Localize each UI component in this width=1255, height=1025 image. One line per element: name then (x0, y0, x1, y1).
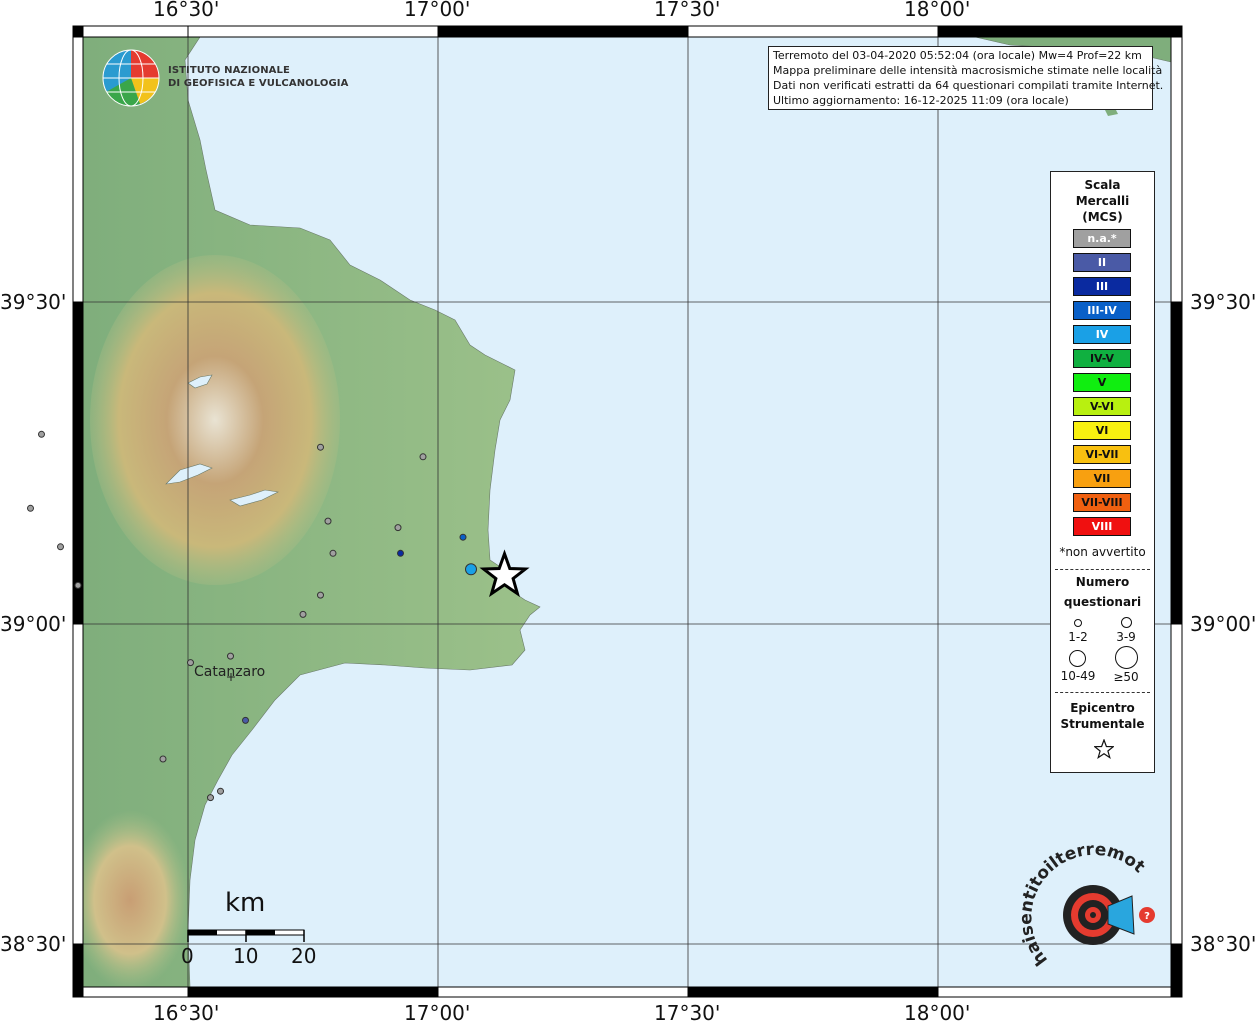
count-label-10-49: 10-49 (1060, 669, 1096, 683)
legend-intensity-vii: VII (1073, 469, 1131, 488)
observation-point (459, 533, 467, 541)
legend-title-3: (MCS) (1082, 210, 1123, 224)
lat-label-right-2: 39°00' (1190, 612, 1255, 636)
lat-label-left-1: 39°30' (0, 290, 67, 314)
lon-label-top-4: 18°00' (904, 0, 971, 21)
epicenter-star-icon (1094, 739, 1114, 759)
count-symbol-10-49 (1069, 650, 1086, 667)
lon-label-bottom-1: 16°30' (153, 1001, 220, 1025)
observation-point (317, 591, 324, 599)
scalebar-tick-10: 10 (233, 944, 259, 968)
count-label-1-2: 1-2 (1068, 630, 1088, 644)
info-line-1: Terremoto del 03-04-2020 05:52:04 (ora l… (773, 49, 1142, 62)
count-symbol-3-9 (1121, 617, 1132, 628)
legend-intensity-iii: III (1073, 277, 1131, 296)
epicenter-title-2: Strumentale (1060, 717, 1145, 731)
legend-intensity-n-a: n.a.* (1073, 229, 1131, 248)
lon-label-top-1: 16°30' (153, 0, 220, 21)
observation-point (329, 549, 337, 557)
count-label-3-9: 3-9 (1116, 630, 1136, 644)
observation-point (317, 443, 324, 451)
terrain-sila (90, 255, 340, 585)
lon-label-top-2: 17°00' (404, 0, 471, 21)
not-felt-note: *non avvertito (1059, 545, 1146, 559)
lon-label-bottom-3: 17°30' (654, 1001, 721, 1025)
lat-label-left-2: 39°00' (0, 612, 67, 636)
ingv-logo-line2: DI GEOFISICA E VULCANOLOGIA (168, 78, 349, 89)
info-line-3: Dati non verificati estratti da 64 quest… (773, 79, 1164, 92)
info-line-4: Ultimo aggiornamento: 16-12-2025 11:09 (… (773, 94, 1069, 107)
observation-point (217, 787, 224, 795)
ingv-logo-text: ISTITUTO NAZIONALE DI GEOFISICA E VULCAN… (168, 64, 348, 90)
observation-point (27, 504, 34, 512)
observation-point (57, 543, 64, 551)
observation-point (74, 581, 82, 589)
ingv-logo-line1: ISTITUTO NAZIONALE (168, 65, 290, 76)
observation-point (397, 549, 404, 557)
legend-intensity-vi: VI (1073, 421, 1131, 440)
legend-divider-1 (1055, 569, 1150, 570)
scalebar-tick-0: 0 (181, 944, 194, 968)
epicenter-title-1: Epicentro (1070, 701, 1135, 715)
lat-label-right-1: 39°30' (1190, 290, 1255, 314)
observation-point (38, 430, 45, 438)
legend-intensity-vi-vii: VI-VII (1073, 445, 1131, 464)
legend-intensity-ii: II (1073, 253, 1131, 272)
count-symbol-1-2 (1074, 619, 1082, 627)
count-symbol-50plus (1115, 646, 1138, 669)
lat-label-right-3: 38°30' (1190, 932, 1255, 956)
scalebar-tick-20: 20 (291, 944, 317, 968)
legend-intensity-viii: VIII (1073, 517, 1131, 536)
count-title-2: questionari (1063, 595, 1142, 609)
info-line-2: Mappa preliminare delle intensità macros… (773, 64, 1163, 77)
observation-point (159, 755, 167, 763)
legend-intensity-iv-v: IV-V (1073, 349, 1131, 368)
terrain-serre (83, 810, 190, 987)
legend-intensity-iii-iv: III-IV (1073, 301, 1131, 320)
observation-point (394, 524, 402, 532)
observation-point (207, 794, 214, 802)
legend-intensity-v-vi: V-VI (1073, 397, 1131, 416)
legend-intensity-iv: IV (1073, 325, 1131, 344)
observation-point (419, 453, 427, 461)
observation-point (324, 517, 332, 525)
place-label-catanzaro: Catanzaro (194, 664, 266, 680)
count-label-50plus: ≥50 (1113, 670, 1139, 684)
observation-point (227, 652, 234, 660)
legend-intensity-vii-viii: VII-VIII (1073, 493, 1131, 512)
scalebar-unit: km (225, 888, 266, 918)
lat-label-left-3: 38°30' (0, 932, 67, 956)
legend-title-1: Scala (1084, 178, 1121, 192)
legend-divider-2 (1055, 692, 1150, 693)
lon-label-bottom-2: 17°00' (404, 1001, 471, 1025)
observation-point (187, 659, 194, 667)
observation-point (465, 563, 477, 576)
svg-text:?: ? (1144, 911, 1150, 922)
lon-label-bottom-4: 18°00' (904, 1001, 971, 1025)
ingv-logo-globe (102, 49, 160, 107)
legend-intensity-v: V (1073, 373, 1131, 392)
legend-panel: Scala Mercalli (MCS) n.a.* II III III-IV IV I… (1050, 171, 1155, 773)
observation-point (242, 716, 249, 724)
observation-point (299, 610, 307, 618)
count-title-1: Numero (1075, 575, 1130, 589)
legend-title-2: Mercalli (1075, 194, 1130, 208)
event-info-box: Terremoto del 03-04-2020 05:52:04 (ora l… (768, 46, 1164, 110)
lon-label-top-3: 17°30' (654, 0, 721, 21)
